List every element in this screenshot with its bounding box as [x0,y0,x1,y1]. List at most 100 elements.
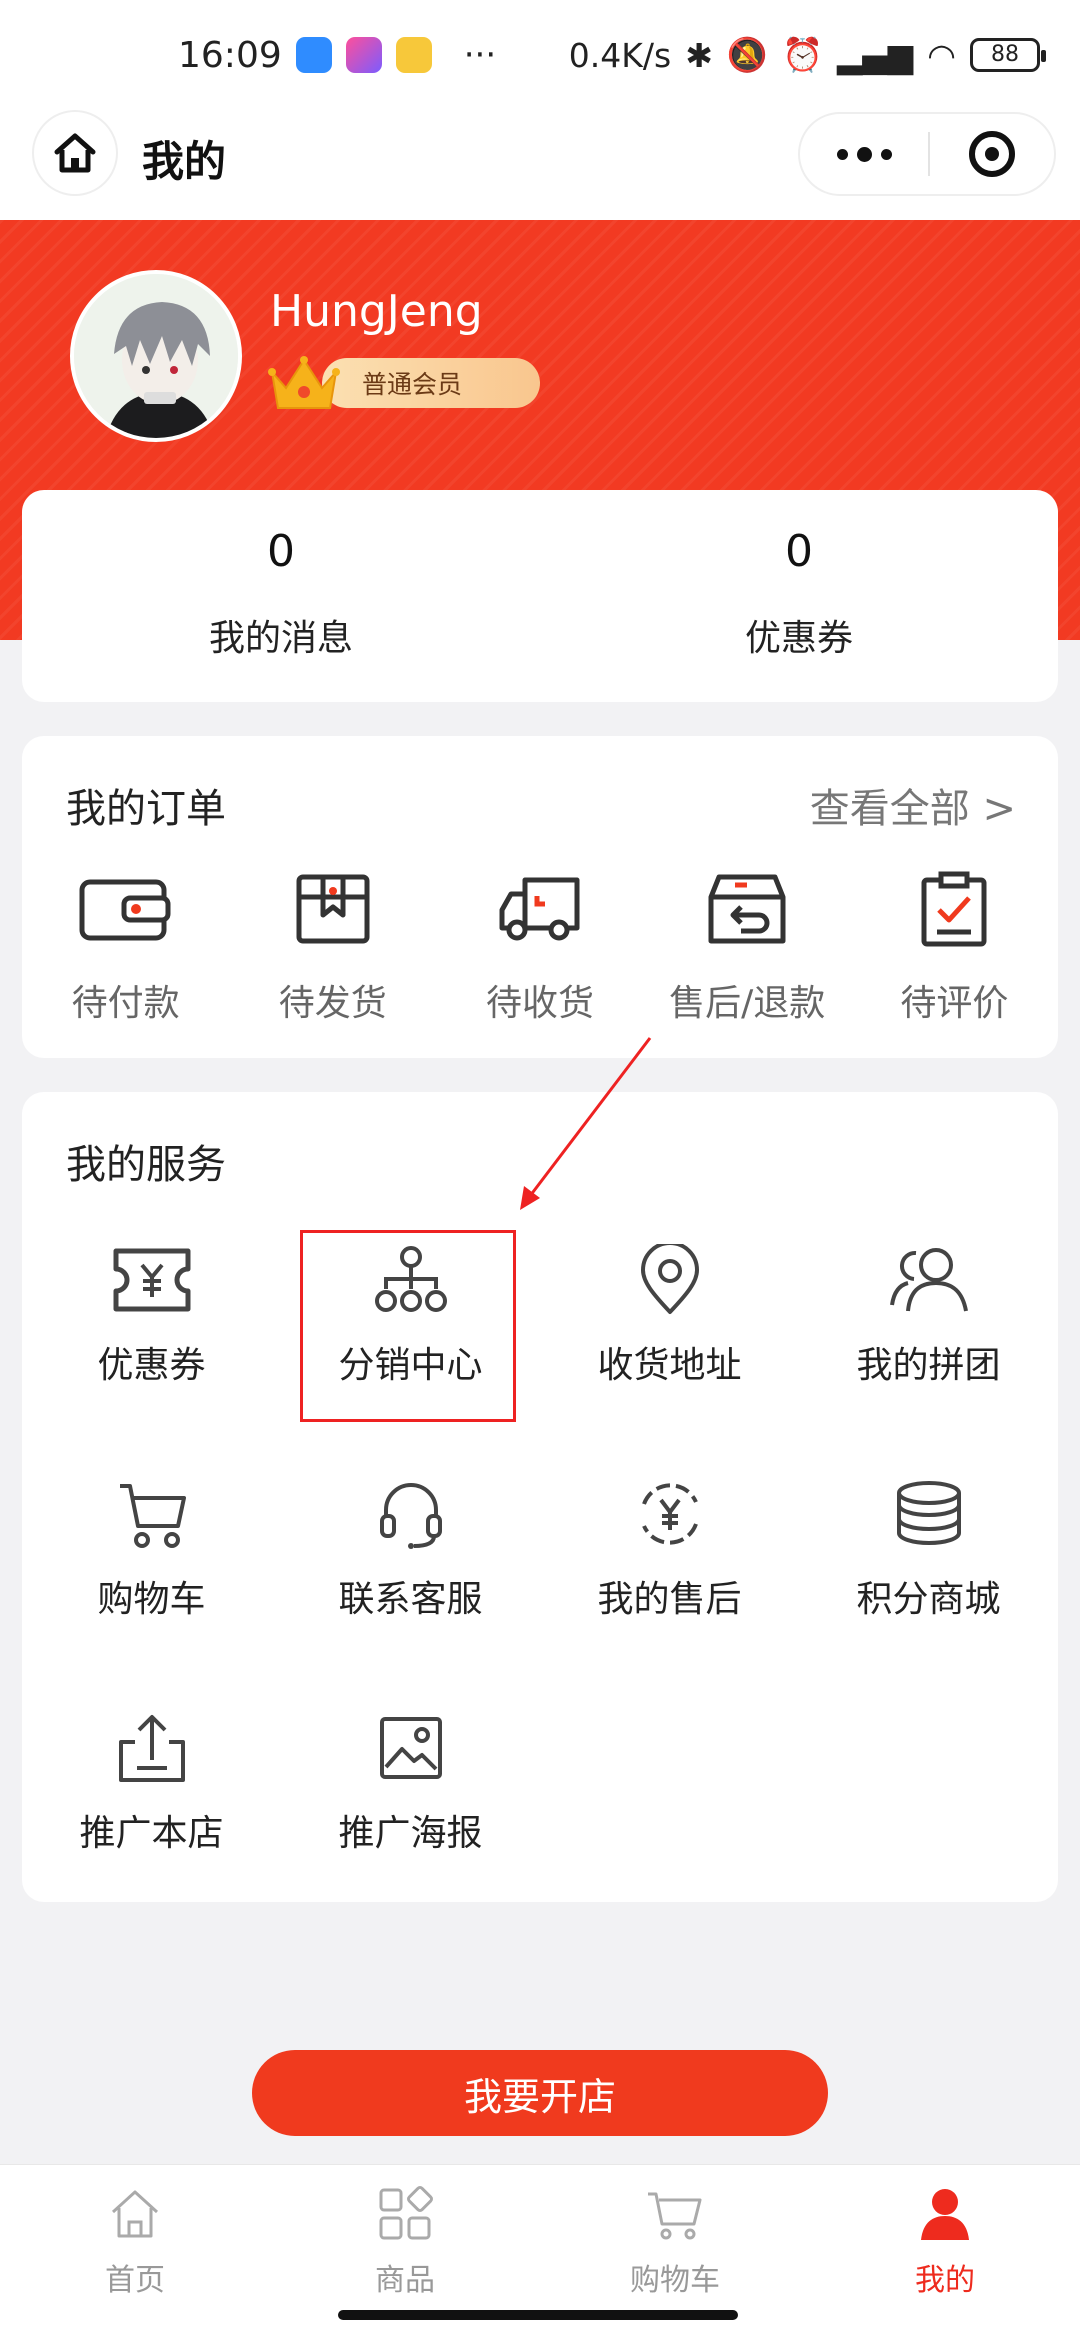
service-label: 推广本店 [79,1813,224,1854]
cart-icon [648,2192,702,2240]
wallet-icon [79,879,171,941]
page-title: 我的 [142,137,227,186]
open-store-button[interactable]: 我要开店 [252,2050,828,2136]
crown-icon [268,356,340,409]
service-points-mall[interactable]: 积分商城 [799,1476,1058,1710]
member-badge: 普通会员 [268,352,540,414]
coupons-label: 优惠券 [744,618,853,659]
member-level: 普通会员 [322,358,540,408]
return-box-icon [708,874,786,944]
battery-icon: 88 [970,38,1046,72]
mute-icon: 🔕 [726,35,768,74]
service-label: 联系客服 [338,1579,483,1620]
tab-label: 我的 [915,2263,975,2298]
net-speed: 0.4K/s [568,35,672,75]
order-pending-receipt[interactable]: 待收货 [436,866,643,1026]
order-after-sale[interactable]: 售后/退款 [644,866,851,1026]
service-label: 推广海报 [338,1813,483,1854]
home-icon [54,133,96,173]
services-title: 我的服务 [66,1142,226,1188]
service-coupons[interactable]: 优惠券 [22,1242,281,1476]
clipboard-check-icon [921,871,987,947]
order-label: 售后/退款 [669,983,826,1024]
alarm-icon: ⏰ [781,35,824,74]
dot-icon [836,148,848,160]
truck-icon [499,877,580,941]
order-pending-shipment[interactable]: 待发货 [229,866,436,1026]
miniprogram-capsule [798,112,1056,196]
messages-label: 我的消息 [208,618,353,659]
more-notifications-icon: ··· [463,35,497,75]
view-all-orders-link[interactable]: 查看全部 > [810,776,1016,834]
service-cart[interactable]: 购物车 [22,1476,281,1710]
service-label: 我的售后 [597,1579,742,1620]
more-button[interactable] [800,114,928,194]
service-label: 购物车 [97,1579,206,1620]
app-notification-icon [295,37,332,73]
messages-stat[interactable]: 0 我的消息 [22,490,540,702]
location-pin-icon [640,1244,699,1314]
package-icon [296,874,370,944]
status-bar: 16:09 ··· 0.4K/s ✱ 🔕 ⏰ ▂▄▆ ◠ 88 [0,0,1080,110]
coupons-count: 0 [785,526,813,577]
username: HungJeng [270,286,483,337]
order-pending-payment[interactable]: 待付款 [22,866,229,1026]
tab-home[interactable]: 首页 [0,2165,270,2301]
poster-image-icon [379,1717,442,1779]
coupons-stat[interactable]: 0 优惠券 [540,490,1058,702]
weibo-icon [395,37,432,73]
order-label: 待发货 [278,983,387,1024]
headset-icon [379,1483,442,1549]
service-label: 我的拼团 [856,1345,1001,1386]
service-customer-support[interactable]: 联系客服 [281,1476,540,1710]
service-promote-store[interactable]: 推广本店 [22,1710,281,1944]
avatar[interactable] [70,270,242,442]
service-my-after-sale[interactable]: 我的售后 [540,1476,799,1710]
avatar-image [74,274,238,438]
group-users-icon [889,1248,968,1312]
orders-title: 我的订单 [66,786,226,832]
services-card: 我的服务 优惠券 分销中心 收货地址 我的拼团 购物车 联系客服 我的售后 积分… [22,1092,1058,1902]
coupon-icon [113,1248,190,1312]
grid-icon [379,2186,433,2240]
service-shipping-address[interactable]: 收货地址 [540,1242,799,1476]
order-label: 待付款 [71,983,180,1024]
wifi-icon: ◠ [927,35,956,75]
status-time: 16:09 [178,34,282,76]
user-icon [921,2189,969,2240]
upload-share-icon [118,1715,185,1782]
tab-label: 首页 [105,2263,165,2298]
order-label: 待收货 [486,983,595,1024]
service-group-buy[interactable]: 我的拼团 [799,1242,1058,1476]
home-icon [111,2190,159,2238]
tab-cart[interactable]: 购物车 [540,2165,810,2301]
annotation-highlight-box [300,1230,516,1422]
tab-bar: 首页 商品 购物车 我的 [0,2164,1080,2340]
service-label: 收货地址 [597,1345,742,1386]
video-app-icon [345,37,382,73]
cart-icon [119,1484,186,1548]
dot-icon [880,148,892,160]
orders-card: 我的订单 查看全部 > 待付款 待发货 待收货 售后/退款 待评价 [22,736,1058,1058]
service-promo-poster[interactable]: 推广海报 [281,1710,540,1944]
dot-icon [856,146,872,162]
tab-products[interactable]: 商品 [270,2165,540,2301]
home-button[interactable] [32,110,118,196]
close-miniprogram-button[interactable] [930,114,1054,194]
service-label: 优惠券 [97,1345,206,1386]
yen-refresh-icon [641,1483,698,1545]
target-icon [969,131,1015,177]
coin-stack-icon [896,1481,961,1545]
tab-mine[interactable]: 我的 [810,2165,1080,2301]
messages-count: 0 [267,526,295,577]
order-pending-review[interactable]: 待评价 [851,866,1058,1026]
signal-icon: ▂▄▆ [837,35,914,75]
tab-label: 购物车 [630,2263,720,2298]
bluetooth-icon: ✱ [685,35,713,75]
service-label: 积分商城 [856,1579,1001,1620]
title-bar: 我的 [0,110,1080,220]
stats-card: 0 我的消息 0 优惠券 [22,490,1058,702]
tab-label: 商品 [375,2263,435,2298]
home-indicator[interactable] [338,2310,738,2320]
order-label: 待评价 [900,983,1009,1024]
